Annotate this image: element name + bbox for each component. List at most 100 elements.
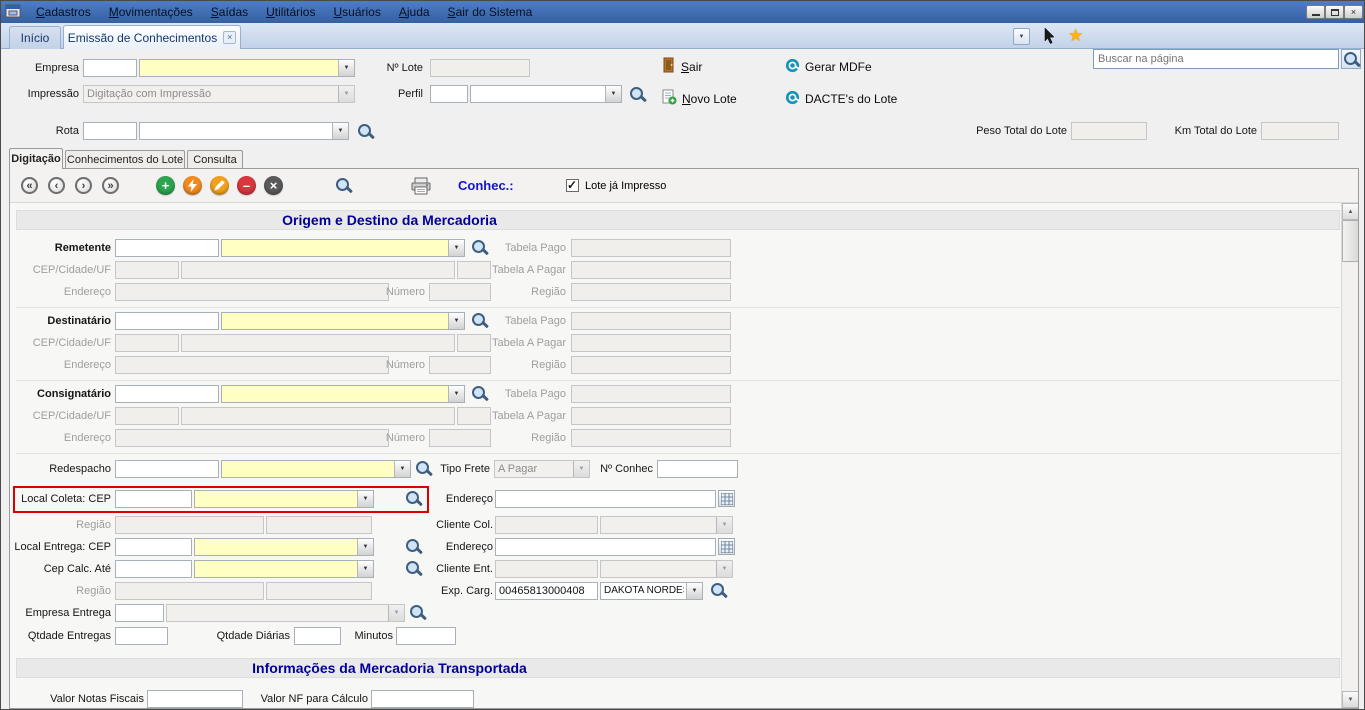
menu-movimentacoes[interactable]: Movimentações <box>100 2 202 22</box>
chevron-down-icon[interactable]: ▼ <box>448 313 464 329</box>
close-button[interactable]: × <box>1344 5 1363 19</box>
entrega-endereco-map-button[interactable] <box>718 538 735 555</box>
rota-combo[interactable]: ▼ <box>139 122 349 140</box>
favorites-star-icon[interactable]: ★ <box>1068 26 1083 46</box>
qtdade-entregas-input[interactable] <box>115 627 168 645</box>
perfil-combo[interactable]: ▼ <box>470 85 622 103</box>
local-entrega-lookup-button[interactable] <box>405 538 422 555</box>
search-input[interactable] <box>1093 49 1339 69</box>
tab-emissao-conhecimentos[interactable]: Emissão de Conhecimentos × <box>63 25 241 49</box>
destinatario-endereco-label: Endereço <box>16 359 111 372</box>
qtdade-diarias-input[interactable] <box>294 627 341 645</box>
empresa-combo[interactable]: ▼ <box>139 59 355 77</box>
menu-sair-do-sistema[interactable]: Sair do Sistema <box>439 2 542 22</box>
exp-carg-combo[interactable]: DAKOTA NORDES ▼ <box>600 582 703 600</box>
lote-ja-impresso-label: Lote já Impresso <box>585 180 666 192</box>
tab-close-icon[interactable]: × <box>223 31 236 44</box>
edit-record-button[interactable] <box>210 176 229 195</box>
subtab-consulta[interactable]: Consulta <box>187 150 243 169</box>
first-record-button[interactable]: « <box>21 177 38 194</box>
prior-record-button[interactable]: ‹ <box>48 177 65 194</box>
subtab-conhecimentos-do-lote[interactable]: Conhecimentos do Lote <box>65 150 185 169</box>
menu-cadastros[interactable]: Cadastros <box>27 2 100 22</box>
redespacho-lookup-button[interactable] <box>415 460 432 477</box>
exp-carg-lookup-button[interactable] <box>710 582 727 599</box>
local-coleta-combo[interactable]: ▼ <box>194 490 374 508</box>
entrega-endereco-input[interactable] <box>495 538 716 556</box>
toolbar-search-button[interactable] <box>335 177 352 194</box>
chevron-down-icon[interactable]: ▼ <box>448 386 464 402</box>
destinatario-name-combo[interactable]: ▼ <box>221 312 465 330</box>
chevron-down-icon[interactable]: ▼ <box>605 86 621 102</box>
exp-carg-code-input[interactable] <box>495 582 598 600</box>
local-entrega-combo[interactable]: ▼ <box>194 538 374 556</box>
chevron-down-icon: ▼ <box>388 605 404 621</box>
remetente-name-combo[interactable]: ▼ <box>221 239 465 257</box>
menu-ajuda[interactable]: Ajuda <box>390 2 439 22</box>
coleta-endereco-input[interactable] <box>495 490 716 508</box>
post-record-button[interactable] <box>183 176 202 195</box>
valor-nf-calculo-input[interactable] <box>371 690 474 708</box>
chevron-down-icon[interactable]: ▼ <box>686 583 702 599</box>
redespacho-code-input[interactable] <box>115 460 219 478</box>
empresa-entrega-lookup-button[interactable] <box>409 604 426 621</box>
chevron-down-icon[interactable]: ▼ <box>357 539 373 555</box>
destinatario-code-input[interactable] <box>115 312 219 330</box>
print-button[interactable] <box>410 177 432 198</box>
last-record-button[interactable]: » <box>102 177 119 194</box>
minutos-input[interactable] <box>396 627 456 645</box>
local-coleta-cep-input[interactable] <box>115 490 192 508</box>
cep-calc-ate-lookup-button[interactable] <box>405 560 422 577</box>
redespacho-combo[interactable]: ▼ <box>221 460 411 478</box>
chevron-down-icon[interactable]: ▼ <box>338 60 354 76</box>
chevron-down-icon: ▼ <box>338 86 354 102</box>
sair-button[interactable]: Sair <box>661 57 702 76</box>
scroll-up-button[interactable]: ▲ <box>1342 203 1358 220</box>
pointer-icon[interactable] <box>1041 27 1058 48</box>
chevron-down-icon[interactable]: ▼ <box>448 240 464 256</box>
chevron-down-icon[interactable]: ▼ <box>357 491 373 507</box>
tab-list-dropdown-button[interactable]: ▼ <box>1013 28 1030 45</box>
vertical-scrollbar[interactable]: ▲ ▼ <box>1341 203 1358 708</box>
next-record-button[interactable]: › <box>75 177 92 194</box>
chevron-down-icon[interactable]: ▼ <box>357 561 373 577</box>
valor-nf-calculo-label: Valor NF para Cálculo <box>248 693 368 706</box>
novo-lote-button[interactable]: Novo Lote <box>661 89 737 108</box>
search-button[interactable] <box>1341 49 1361 69</box>
empresa-code-input[interactable] <box>83 59 137 77</box>
perfil-code-input[interactable] <box>430 85 468 103</box>
cancel-record-button[interactable]: × <box>264 176 283 195</box>
local-entrega-cep-label: Local Entrega: CEP <box>12 541 111 554</box>
menu-utilitarios[interactable]: Utilitários <box>257 2 324 22</box>
dactes-do-lote-button[interactable]: DACTE's do Lote <box>785 90 897 108</box>
cep-calc-ate-input[interactable] <box>115 560 192 578</box>
remetente-code-input[interactable] <box>115 239 219 257</box>
gerar-mdfe-button[interactable]: Gerar MDFe <box>785 58 872 76</box>
chevron-down-icon[interactable]: ▼ <box>394 461 410 477</box>
menu-saidas[interactable]: Saídas <box>202 2 257 22</box>
entrega-regiao-input-2 <box>266 582 372 600</box>
empresa-entrega-code-input[interactable] <box>115 604 164 622</box>
menu-usuarios[interactable]: Usuários <box>324 2 389 22</box>
consignatario-name-combo[interactable]: ▼ <box>221 385 465 403</box>
insert-record-button[interactable]: + <box>156 176 175 195</box>
perfil-lookup-button[interactable] <box>629 86 646 103</box>
valor-notas-fiscais-input[interactable] <box>147 690 243 708</box>
consignatario-code-input[interactable] <box>115 385 219 403</box>
local-coleta-lookup-button[interactable] <box>405 490 422 507</box>
subtab-digitacao[interactable]: Digitação <box>9 148 63 169</box>
scrollbar-thumb[interactable] <box>1342 220 1358 262</box>
lote-ja-impresso-checkbox[interactable]: ✓ <box>566 179 579 192</box>
no-conhec-input[interactable] <box>657 460 738 478</box>
cep-calc-ate-combo[interactable]: ▼ <box>194 560 374 578</box>
rota-lookup-button[interactable] <box>357 123 374 140</box>
coleta-endereco-map-button[interactable] <box>718 490 735 507</box>
local-entrega-cep-input[interactable] <box>115 538 192 556</box>
chevron-down-icon[interactable]: ▼ <box>332 123 348 139</box>
minimize-button[interactable] <box>1306 5 1325 19</box>
delete-record-button[interactable]: – <box>237 176 256 195</box>
tab-inicio[interactable]: Início <box>9 26 61 49</box>
rota-code-input[interactable] <box>83 122 137 140</box>
maximize-button[interactable] <box>1325 5 1344 19</box>
scroll-down-button[interactable]: ▼ <box>1342 691 1358 708</box>
